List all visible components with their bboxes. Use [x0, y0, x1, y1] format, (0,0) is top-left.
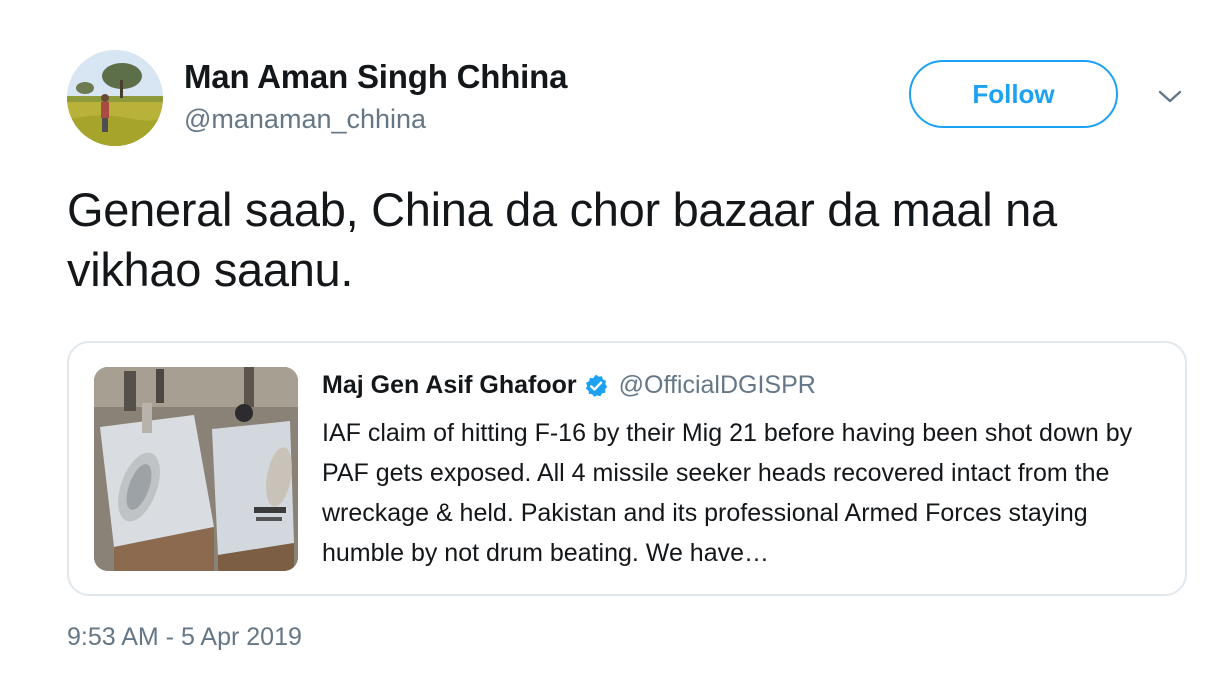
- more-menu-button[interactable]: [1156, 86, 1184, 108]
- tweet-text: General saab, China da chor bazaar da ma…: [67, 183, 1057, 296]
- quoted-tweet-card[interactable]: Maj Gen Asif Ghafoor @OfficialDGISPR IAF…: [67, 341, 1187, 596]
- missile-seeker-heads-photo-icon: [94, 367, 298, 571]
- author-display-name[interactable]: Man Aman Singh Chhina: [184, 58, 567, 96]
- quoted-author-name[interactable]: Maj Gen Asif Ghafoor: [322, 371, 577, 400]
- quoted-tweet-media[interactable]: [94, 367, 298, 571]
- chevron-down-icon: [1158, 90, 1182, 103]
- author-handle[interactable]: @manaman_chhina: [184, 104, 426, 135]
- avatar[interactable]: [67, 50, 163, 146]
- quoted-tweet-text: IAF claim of hitting F-16 by their Mig 2…: [322, 419, 1133, 567]
- tweet-timestamp[interactable]: 9:53 AM - 5 Apr 2019: [67, 623, 302, 652]
- profile-photo-icon: [67, 50, 163, 146]
- quoted-tweet-header: Maj Gen Asif Ghafoor @OfficialDGISPR: [322, 371, 816, 400]
- quoted-author-handle[interactable]: @OfficialDGISPR: [619, 371, 816, 400]
- follow-button[interactable]: Follow: [909, 60, 1118, 128]
- verified-badge-icon: [583, 373, 609, 399]
